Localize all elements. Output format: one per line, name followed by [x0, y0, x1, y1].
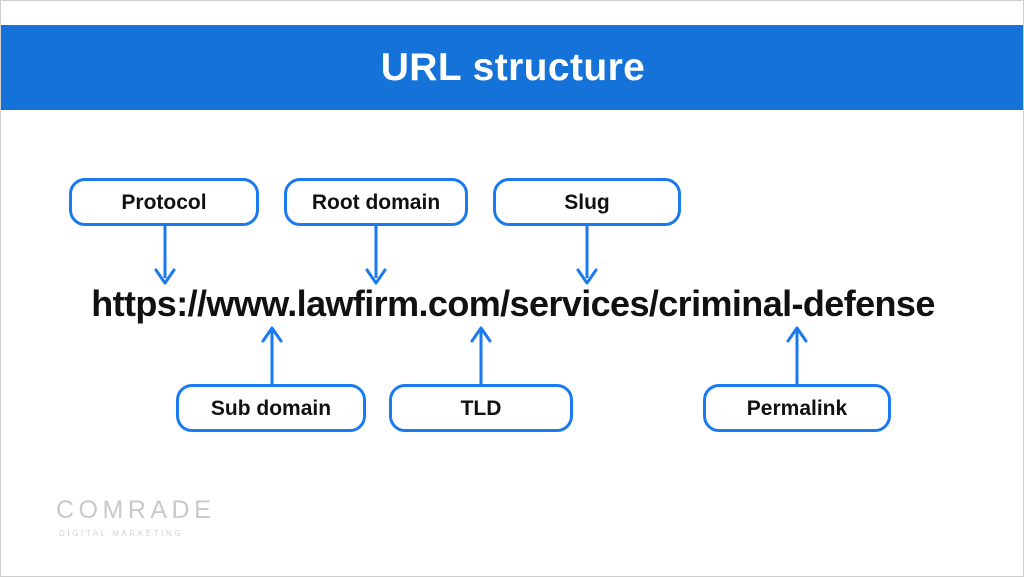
page-title: URL structure — [380, 46, 646, 89]
url-display-row: https://www.lawfirm.com/services/crimina… — [1, 283, 1023, 324]
label-box-tld-text: TLD — [460, 396, 502, 420]
label-box-permalink-text: Permalink — [746, 396, 848, 420]
slide-canvas: URL structure Protocol Root domain Slug — [0, 0, 1024, 577]
label-box-root-domain-text: Root domain — [311, 190, 441, 214]
label-box-protocol[interactable]: Protocol — [69, 178, 259, 226]
label-box-root-domain[interactable]: Root domain — [284, 178, 468, 226]
label-box-sub-domain-text: Sub domain — [210, 396, 332, 420]
label-box-sub-domain[interactable]: Sub domain — [176, 384, 366, 432]
arrow-up-permalink — [786, 326, 808, 385]
label-box-permalink[interactable]: Permalink — [703, 384, 891, 432]
label-box-tld[interactable]: TLD — [389, 384, 573, 432]
arrow-up-tld — [470, 326, 492, 385]
arrow-down-protocol — [154, 226, 176, 285]
label-box-slug-text: Slug — [564, 190, 610, 214]
label-box-protocol-text: Protocol — [121, 190, 207, 214]
arrow-down-slug — [576, 226, 598, 285]
header-band: URL structure — [1, 25, 1023, 110]
url-text: https://www.lawfirm.com/services/crimina… — [91, 283, 935, 324]
comrade-logo-name: COMRADE — [56, 496, 216, 524]
label-box-slug[interactable]: Slug — [493, 178, 681, 226]
comrade-logo-tagline: DIGITAL MARKETING — [59, 529, 184, 538]
arrow-up-sub-domain — [261, 326, 283, 385]
comrade-logo-watermark: COMRADE DIGITAL MARKETING — [56, 498, 266, 538]
arrow-down-root-domain — [365, 226, 387, 285]
